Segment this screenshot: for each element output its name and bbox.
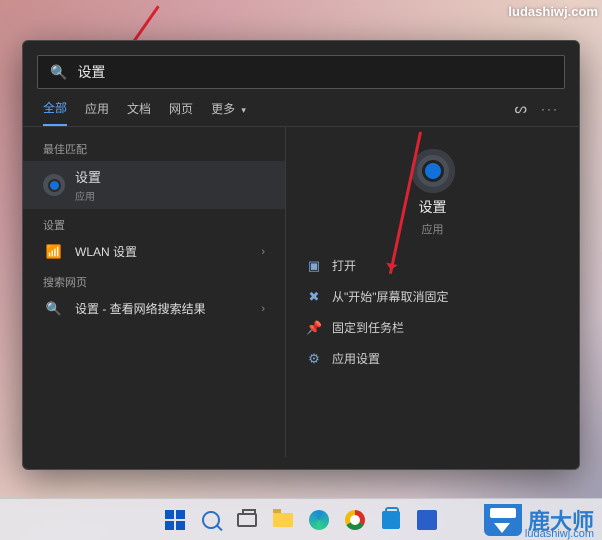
search-icon: 🔍 [50,64,67,81]
chevron-down-icon: ▾ [241,105,246,115]
search-input[interactable] [77,64,552,80]
search-tabs: 全部 应用 文档 网页 更多 ▾ ᔕ ··· [23,89,579,127]
action-pin-taskbar[interactable]: 📌 固定到任务栏 [296,313,569,342]
detail-actions: ▣ 打开 ✖ 从"开始"屏幕取消固定 📌 固定到任务栏 ⚙ 应用设置 [296,251,569,373]
account-icon[interactable]: ᔕ [515,100,527,117]
action-label: 应用设置 [332,350,380,367]
gear-icon [43,174,65,196]
search-window: 🔍 全部 应用 文档 网页 更多 ▾ ᔕ ··· 最佳匹配 设置 应用 设置 [22,40,580,470]
result-web-search[interactable]: 🔍 设置 - 查看网络搜索结果 › [23,294,285,323]
section-best-match: 最佳匹配 [23,133,285,161]
result-title: 设置 [75,167,101,186]
word-button[interactable] [412,505,442,535]
chevron-right-icon: › [261,303,265,315]
open-icon: ▣ [306,258,322,274]
chevron-right-icon: › [261,246,265,258]
results-body: 最佳匹配 设置 应用 设置 📶 WLAN 设置 › 搜索网页 🔍 设置 - 查看… [23,127,579,457]
result-detail-panel: 设置 应用 ▣ 打开 ✖ 从"开始"屏幕取消固定 📌 固定到任务栏 ⚙ [285,127,579,457]
taskbar-search-button[interactable] [196,505,226,535]
results-left-column: 最佳匹配 设置 应用 设置 📶 WLAN 设置 › 搜索网页 🔍 设置 - 查看… [23,127,285,457]
tab-more[interactable]: 更多 ▾ [211,100,246,125]
search-bar[interactable]: 🔍 [37,55,565,89]
section-web: 搜索网页 [23,266,285,294]
tab-more-label: 更多 [211,102,235,116]
result-wlan-settings[interactable]: 📶 WLAN 设置 › [23,237,285,266]
action-label: 从"开始"屏幕取消固定 [332,288,449,305]
result-title: WLAN 设置 [75,243,137,260]
detail-title: 设置 [419,197,447,217]
more-icon[interactable]: ··· [541,102,559,116]
gear-icon: ⚙ [306,351,322,367]
action-label: 打开 [332,257,356,274]
action-label: 固定到任务栏 [332,319,404,336]
action-app-settings[interactable]: ⚙ 应用设置 [296,344,569,373]
search-icon: 🔍 [43,301,65,317]
edge-button[interactable] [304,505,334,535]
tab-all[interactable]: 全部 [43,99,67,126]
result-settings-app[interactable]: 设置 应用 [23,161,285,209]
store-button[interactable] [376,505,406,535]
unpin-icon: ✖ [306,289,322,305]
watermark-text: ludashiwj.com [508,4,598,19]
result-subtitle: 应用 [75,188,101,203]
tab-documents[interactable]: 文档 [127,100,151,125]
task-view-button[interactable] [232,505,262,535]
section-settings: 设置 [23,209,285,237]
explorer-button[interactable] [268,505,298,535]
start-button[interactable] [160,505,190,535]
action-open[interactable]: ▣ 打开 [296,251,569,280]
detail-header: 设置 应用 [296,149,569,237]
brand-icon [484,504,522,536]
detail-subtitle: 应用 [422,221,444,237]
tab-apps[interactable]: 应用 [85,100,109,125]
tab-web[interactable]: 网页 [169,100,193,125]
gear-icon [411,149,455,193]
action-unpin-start[interactable]: ✖ 从"开始"屏幕取消固定 [296,282,569,311]
pin-icon: 📌 [306,320,322,336]
wifi-icon: 📶 [43,244,65,260]
result-title: 设置 - 查看网络搜索结果 [75,300,206,317]
chrome-button[interactable] [340,505,370,535]
brand-sub: ludashiwj.com [525,528,594,540]
